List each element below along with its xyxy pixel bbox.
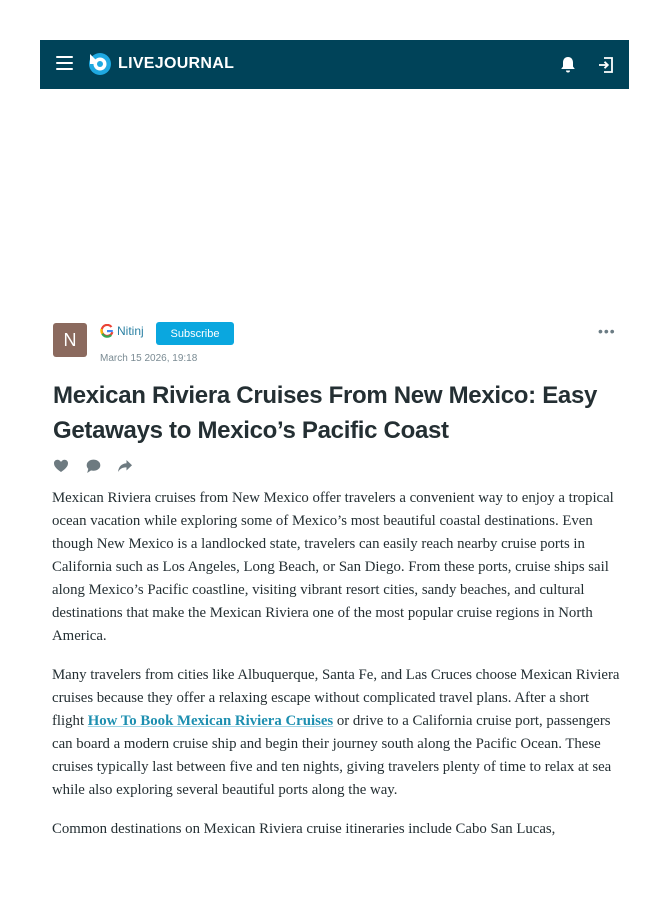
bell-icon[interactable] bbox=[558, 55, 578, 75]
post-author-row: N Nitinj Subscribe March 15 2026, 19:18 … bbox=[53, 322, 615, 366]
menu-icon[interactable] bbox=[56, 56, 73, 73]
google-icon bbox=[100, 324, 114, 338]
comment-icon[interactable] bbox=[85, 458, 101, 474]
heart-icon[interactable] bbox=[53, 458, 69, 474]
avatar[interactable]: N bbox=[53, 323, 87, 357]
livejournal-logo[interactable]: LIVEJOURNAL bbox=[88, 52, 234, 76]
post-body: Mexican Riviera cruises from New Mexico … bbox=[52, 487, 620, 857]
author-name-link[interactable]: Nitinj bbox=[117, 324, 144, 338]
logo-text: LIVEJOURNAL bbox=[118, 55, 235, 72]
post-paragraph: Mexican Riviera cruises from New Mexico … bbox=[52, 490, 614, 644]
post-actions bbox=[53, 458, 149, 476]
login-icon[interactable] bbox=[596, 55, 616, 75]
post-title: Mexican Riviera Cruises From New Mexico:… bbox=[53, 382, 598, 444]
site-header: LIVEJOURNAL bbox=[40, 40, 629, 89]
book-cruises-link[interactable]: How To Book Mexican Riviera Cruises bbox=[88, 713, 333, 729]
more-options-icon[interactable]: ••• bbox=[598, 324, 616, 338]
share-icon[interactable] bbox=[117, 458, 133, 474]
post-paragraph: Common destinations on Mexican Riviera c… bbox=[52, 821, 556, 837]
post-date: March 15 2026, 19:18 bbox=[100, 353, 198, 364]
livejournal-logo-icon bbox=[89, 53, 111, 75]
subscribe-button[interactable]: Subscribe bbox=[156, 322, 234, 345]
post-paragraph: Many travelers from cities like Albuquer… bbox=[52, 664, 620, 802]
